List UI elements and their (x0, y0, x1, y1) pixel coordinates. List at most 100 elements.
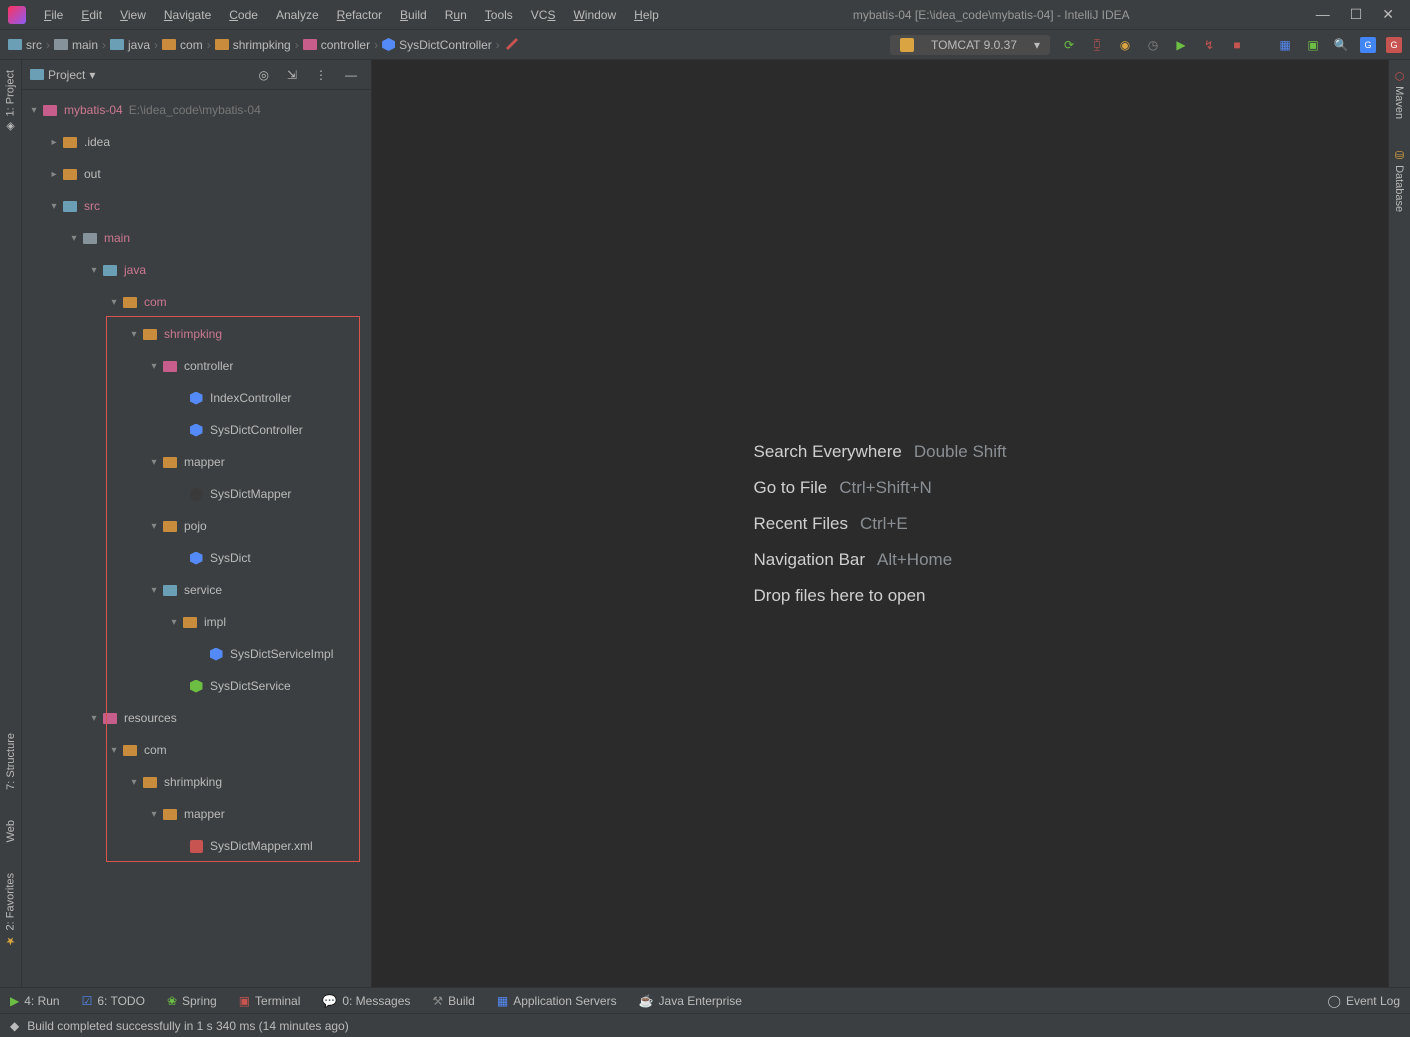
tool-terminal[interactable]: ▣Terminal (239, 994, 301, 1008)
debug-bug-icon[interactable]: ⧮ (1088, 36, 1106, 54)
folder-icon (163, 457, 177, 468)
project-tree[interactable]: ▾mybatis-04E:\idea_code\mybatis-04 ▸.ide… (22, 90, 371, 987)
tool-appservers[interactable]: ▦Application Servers (497, 994, 617, 1008)
tree-src[interactable]: ▾src (22, 190, 371, 222)
reload-icon[interactable]: ⟳ (1060, 36, 1078, 54)
folder-icon (110, 39, 124, 50)
menu-analyze[interactable]: Analyze (268, 4, 327, 26)
grid-icon[interactable]: ▦ (1276, 36, 1294, 54)
tree-sysdictmapperxml[interactable]: SysDictMapper.xml (22, 830, 371, 862)
tool-maven[interactable]: ⬡ Maven (1393, 70, 1406, 119)
tool-build[interactable]: ⚒Build (432, 994, 474, 1008)
tree-idea[interactable]: ▸.idea (22, 126, 371, 158)
menu-refactor[interactable]: Refactor (329, 4, 390, 26)
menu-file[interactable]: File (36, 4, 71, 26)
tool-run[interactable]: ▶4: Run (10, 994, 60, 1008)
tree-res-com[interactable]: ▾com (22, 734, 371, 766)
stop-icon[interactable]: ■ (1228, 36, 1246, 54)
attach-debugger-icon[interactable]: ↯ (1200, 36, 1218, 54)
tool-spring[interactable]: ❀Spring (167, 994, 217, 1008)
menu-window[interactable]: Window (565, 4, 624, 26)
run-config-selector[interactable]: TOMCAT 9.0.37 ▾ (890, 35, 1050, 55)
window-title: mybatis-04 [E:\idea_code\mybatis-04] - I… (667, 8, 1316, 22)
tool-web[interactable]: Web (5, 820, 17, 842)
tool-structure[interactable]: 7: Structure (5, 733, 17, 790)
close-button[interactable]: ✕ (1382, 6, 1394, 23)
window-controls: — ☐ ✕ (1316, 6, 1402, 23)
tool-project[interactable]: ◈1: Project (4, 70, 17, 133)
hint-drop: Drop files here to open (754, 586, 926, 606)
menu-run[interactable]: Run (437, 4, 475, 26)
minimize-button[interactable]: — (1316, 6, 1330, 23)
tree-main[interactable]: ▾main (22, 222, 371, 254)
settings-icon[interactable]: ⋮ (309, 66, 333, 84)
tree-sysdictmapper[interactable]: SysDictMapper (22, 478, 371, 510)
hide-icon[interactable]: — (339, 66, 363, 84)
breadcrumb-controller[interactable]: controller (303, 38, 370, 52)
tool-eventlog[interactable]: ◯Event Log (1328, 994, 1400, 1008)
breadcrumb-src[interactable]: src (8, 38, 42, 52)
right-tool-strip: ⬡ Maven ⛁ Database (1388, 60, 1410, 987)
tree-resources[interactable]: ▾resources (22, 702, 371, 734)
menu-vcs[interactable]: VCS (523, 4, 564, 26)
profiler-icon[interactable]: ◷ (1144, 36, 1162, 54)
plugin-icon[interactable]: G (1386, 37, 1402, 53)
tree-res-mapper[interactable]: ▾mapper (22, 798, 371, 830)
maximize-button[interactable]: ☐ (1350, 6, 1363, 23)
tree-java[interactable]: ▾java (22, 254, 371, 286)
tree-res-shrimpking[interactable]: ▾shrimpking (22, 766, 371, 798)
breadcrumb-sysdictcontroller[interactable]: SysDictController (382, 38, 492, 52)
tool-database[interactable]: ⛁ Database (1393, 149, 1406, 212)
folder-icon (63, 169, 77, 180)
mybatis-icon (190, 488, 203, 501)
project-view-selector[interactable]: Project ▾ (30, 68, 95, 82)
menu-code[interactable]: Code (221, 4, 266, 26)
breadcrumb-main[interactable]: main (54, 38, 98, 52)
tool-messages[interactable]: 💬0: Messages (322, 994, 410, 1008)
tool-javaee[interactable]: ☕Java Enterprise (639, 994, 742, 1008)
folder-icon (215, 39, 229, 50)
breadcrumb-java[interactable]: java (110, 38, 150, 52)
folder-icon (143, 777, 157, 788)
tree-indexcontroller[interactable]: IndexController (22, 382, 371, 414)
tree-sysdictcontroller[interactable]: SysDictController (22, 414, 371, 446)
editor-area[interactable]: Search EverywhereDouble Shift Go to File… (372, 60, 1388, 987)
menu-view[interactable]: View (112, 4, 154, 26)
menu-bar: File Edit View Navigate Code Analyze Ref… (36, 4, 667, 26)
toolbar-right: TOMCAT 9.0.37 ▾ ⟳ ⧮ ◉ ◷ ▶ ↯ ■ ▦ ▣ 🔍 G G (890, 35, 1402, 55)
tree-sysdict[interactable]: SysDict (22, 542, 371, 574)
menu-build[interactable]: Build (392, 4, 435, 26)
locate-icon[interactable]: ◎ (252, 66, 274, 84)
folder-icon (303, 39, 317, 50)
tool-favorites[interactable]: ★2: Favorites (4, 873, 17, 947)
menu-help[interactable]: Help (626, 4, 667, 26)
tree-com[interactable]: ▾com (22, 286, 371, 318)
chevron-down-icon: ▾ (89, 68, 95, 82)
build-icon[interactable] (504, 36, 522, 54)
breadcrumb-shrimpking[interactable]: shrimpking (215, 38, 291, 52)
breadcrumb-com[interactable]: com (162, 38, 203, 52)
coverage-icon[interactable]: ◉ (1116, 36, 1134, 54)
tree-sysdictservice[interactable]: SysDictService (22, 670, 371, 702)
tree-root[interactable]: ▾mybatis-04E:\idea_code\mybatis-04 (22, 94, 371, 126)
tool-todo[interactable]: ☑6: TODO (82, 994, 145, 1008)
collapse-icon[interactable]: ⇲ (281, 66, 303, 84)
tree-impl[interactable]: ▾impl (22, 606, 371, 638)
tree-pojo[interactable]: ▾pojo (22, 510, 371, 542)
tree-controller[interactable]: ▾controller (22, 350, 371, 382)
search-icon[interactable]: 🔍 (1332, 36, 1350, 54)
menu-edit[interactable]: Edit (73, 4, 110, 26)
menu-tools[interactable]: Tools (477, 4, 521, 26)
stack-icon[interactable]: ◆ (10, 1019, 19, 1033)
terminal-icon[interactable]: ▣ (1304, 36, 1322, 54)
tree-mapper[interactable]: ▾mapper (22, 446, 371, 478)
tree-out[interactable]: ▸out (22, 158, 371, 190)
tree-sysdictserviceimpl[interactable]: SysDictServiceImpl (22, 638, 371, 670)
tree-shrimpking[interactable]: ▾shrimpking (22, 318, 371, 350)
folder-icon (143, 329, 157, 340)
tree-service[interactable]: ▾service (22, 574, 371, 606)
folder-icon (163, 361, 177, 372)
menu-navigate[interactable]: Navigate (156, 4, 219, 26)
run-icon[interactable]: ▶ (1172, 36, 1190, 54)
translate-icon[interactable]: G (1360, 37, 1376, 53)
